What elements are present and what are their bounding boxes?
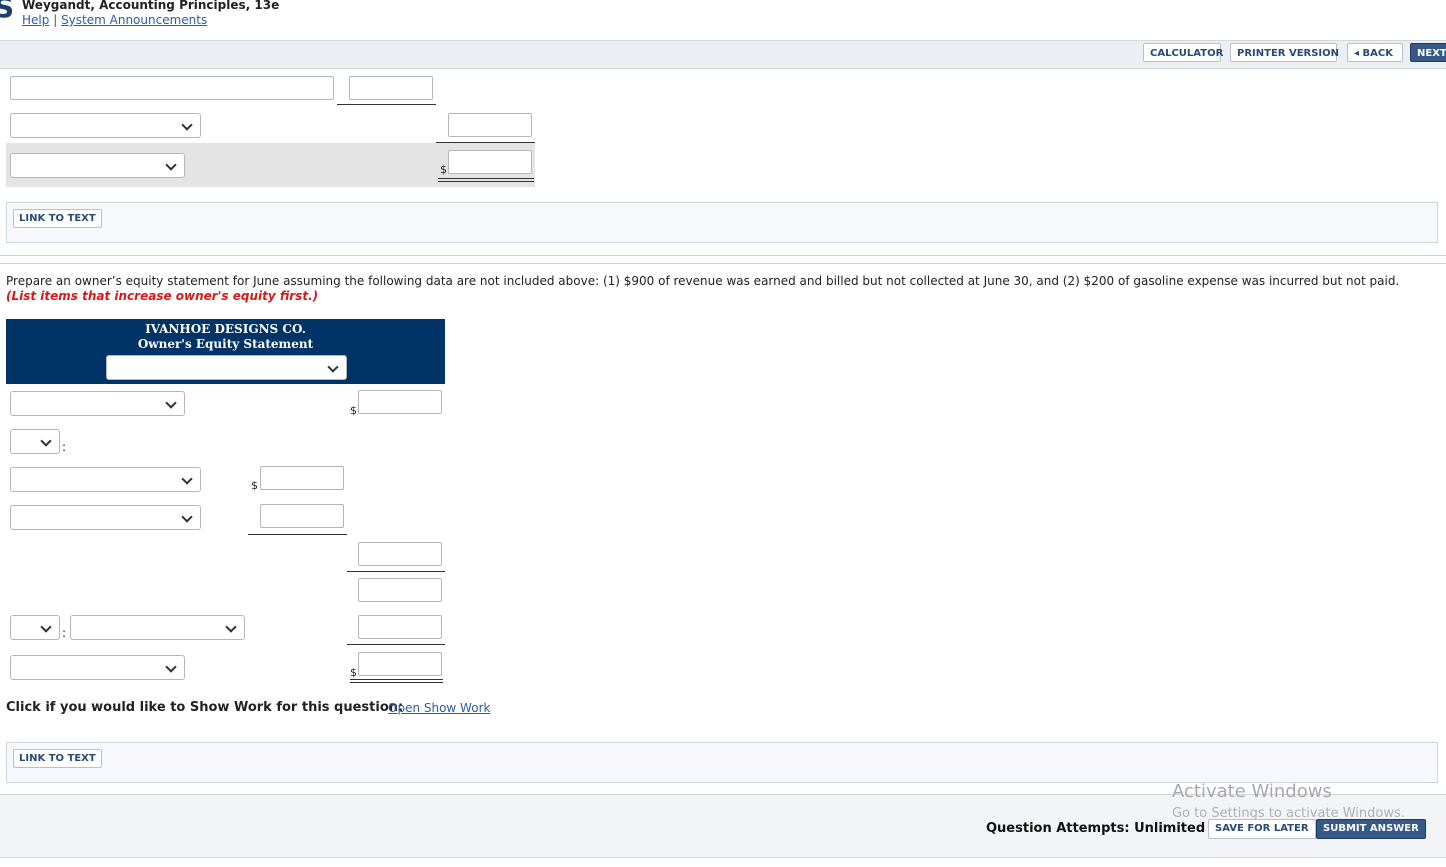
double-underline [438, 178, 534, 182]
question-attempts: Question Attempts: Unlimited [986, 821, 1206, 836]
row1-amount-input[interactable] [358, 390, 442, 414]
printer-version-button[interactable]: PRINTER VERSION [1230, 43, 1339, 62]
amount-input[interactable] [448, 113, 532, 137]
row4-account-dropdown[interactable] [10, 505, 201, 530]
ending-balance-dropdown[interactable] [10, 655, 185, 680]
underline [337, 104, 436, 105]
submit-answer-button[interactable]: SUBMIT ANSWER [1316, 819, 1426, 839]
currency-symbol: $ [350, 666, 357, 679]
row7-account-dropdown[interactable] [70, 615, 245, 640]
link-to-text-button[interactable]: LINK TO TEXT [13, 749, 102, 768]
colon: : [62, 440, 67, 454]
save-for-later-button[interactable]: SAVE FOR LATER [1208, 819, 1316, 839]
calculator-button[interactable]: CALCULATOR [1143, 43, 1223, 62]
row7-amount-input[interactable] [358, 615, 442, 639]
underline [347, 571, 445, 572]
divider [0, 263, 1446, 264]
account-name-input[interactable] [10, 76, 334, 100]
row2-label-dropdown[interactable] [10, 429, 60, 454]
link-to-text-panel [6, 742, 1438, 783]
link-to-text-panel [6, 202, 1438, 243]
statement-date-dropdown[interactable] [106, 355, 347, 380]
total-label-dropdown[interactable] [10, 153, 185, 178]
divider [0, 255, 1446, 256]
row4-amount-input[interactable] [260, 504, 344, 528]
book-title: Weygandt, Accounting Principles, 13e [22, 0, 280, 12]
amount-input[interactable] [349, 76, 433, 100]
total-amount-input[interactable] [448, 150, 532, 174]
underline [347, 644, 445, 645]
statement-title: Owner's Equity Statement [137, 337, 314, 351]
open-show-work-link[interactable]: Open Show Work [388, 701, 490, 715]
show-work-prompt: Click if you would like to Show Work for… [6, 700, 404, 715]
currency-symbol: $ [440, 163, 447, 176]
help-link[interactable]: Help [22, 13, 49, 27]
next-button[interactable]: NEXT [1410, 43, 1446, 62]
question-instructions: Prepare an owner’s equity statement for … [6, 274, 1400, 288]
link-to-text-button[interactable]: LINK TO TEXT [13, 209, 102, 228]
row7-label-dropdown[interactable] [10, 615, 60, 640]
ending-balance-input[interactable] [358, 652, 442, 676]
underline [248, 534, 347, 535]
system-announcements-link[interactable]: System Announcements [61, 13, 207, 27]
question-emphasis: (List items that increase owner's equity… [6, 289, 319, 303]
row1-account-dropdown[interactable] [10, 391, 185, 416]
account-dropdown[interactable] [10, 113, 201, 138]
row3-account-dropdown[interactable] [10, 467, 201, 492]
back-button[interactable]: ◂ BACK [1347, 43, 1403, 62]
header-links: Help | System Announcements [22, 13, 207, 27]
colon: : [62, 626, 67, 640]
row3-amount-input[interactable] [260, 466, 344, 490]
row6-amount-input[interactable] [358, 578, 442, 602]
double-underline [350, 679, 443, 683]
currency-symbol: $ [251, 479, 258, 492]
windows-watermark-title: Activate Windows [1172, 781, 1332, 802]
currency-symbol: $ [350, 404, 357, 417]
wiley-logo: S [0, 0, 15, 24]
row5-amount-input[interactable] [358, 542, 442, 566]
link-divider: | [53, 13, 58, 27]
company-name: IVANHOE DESIGNS CO. [145, 322, 306, 336]
